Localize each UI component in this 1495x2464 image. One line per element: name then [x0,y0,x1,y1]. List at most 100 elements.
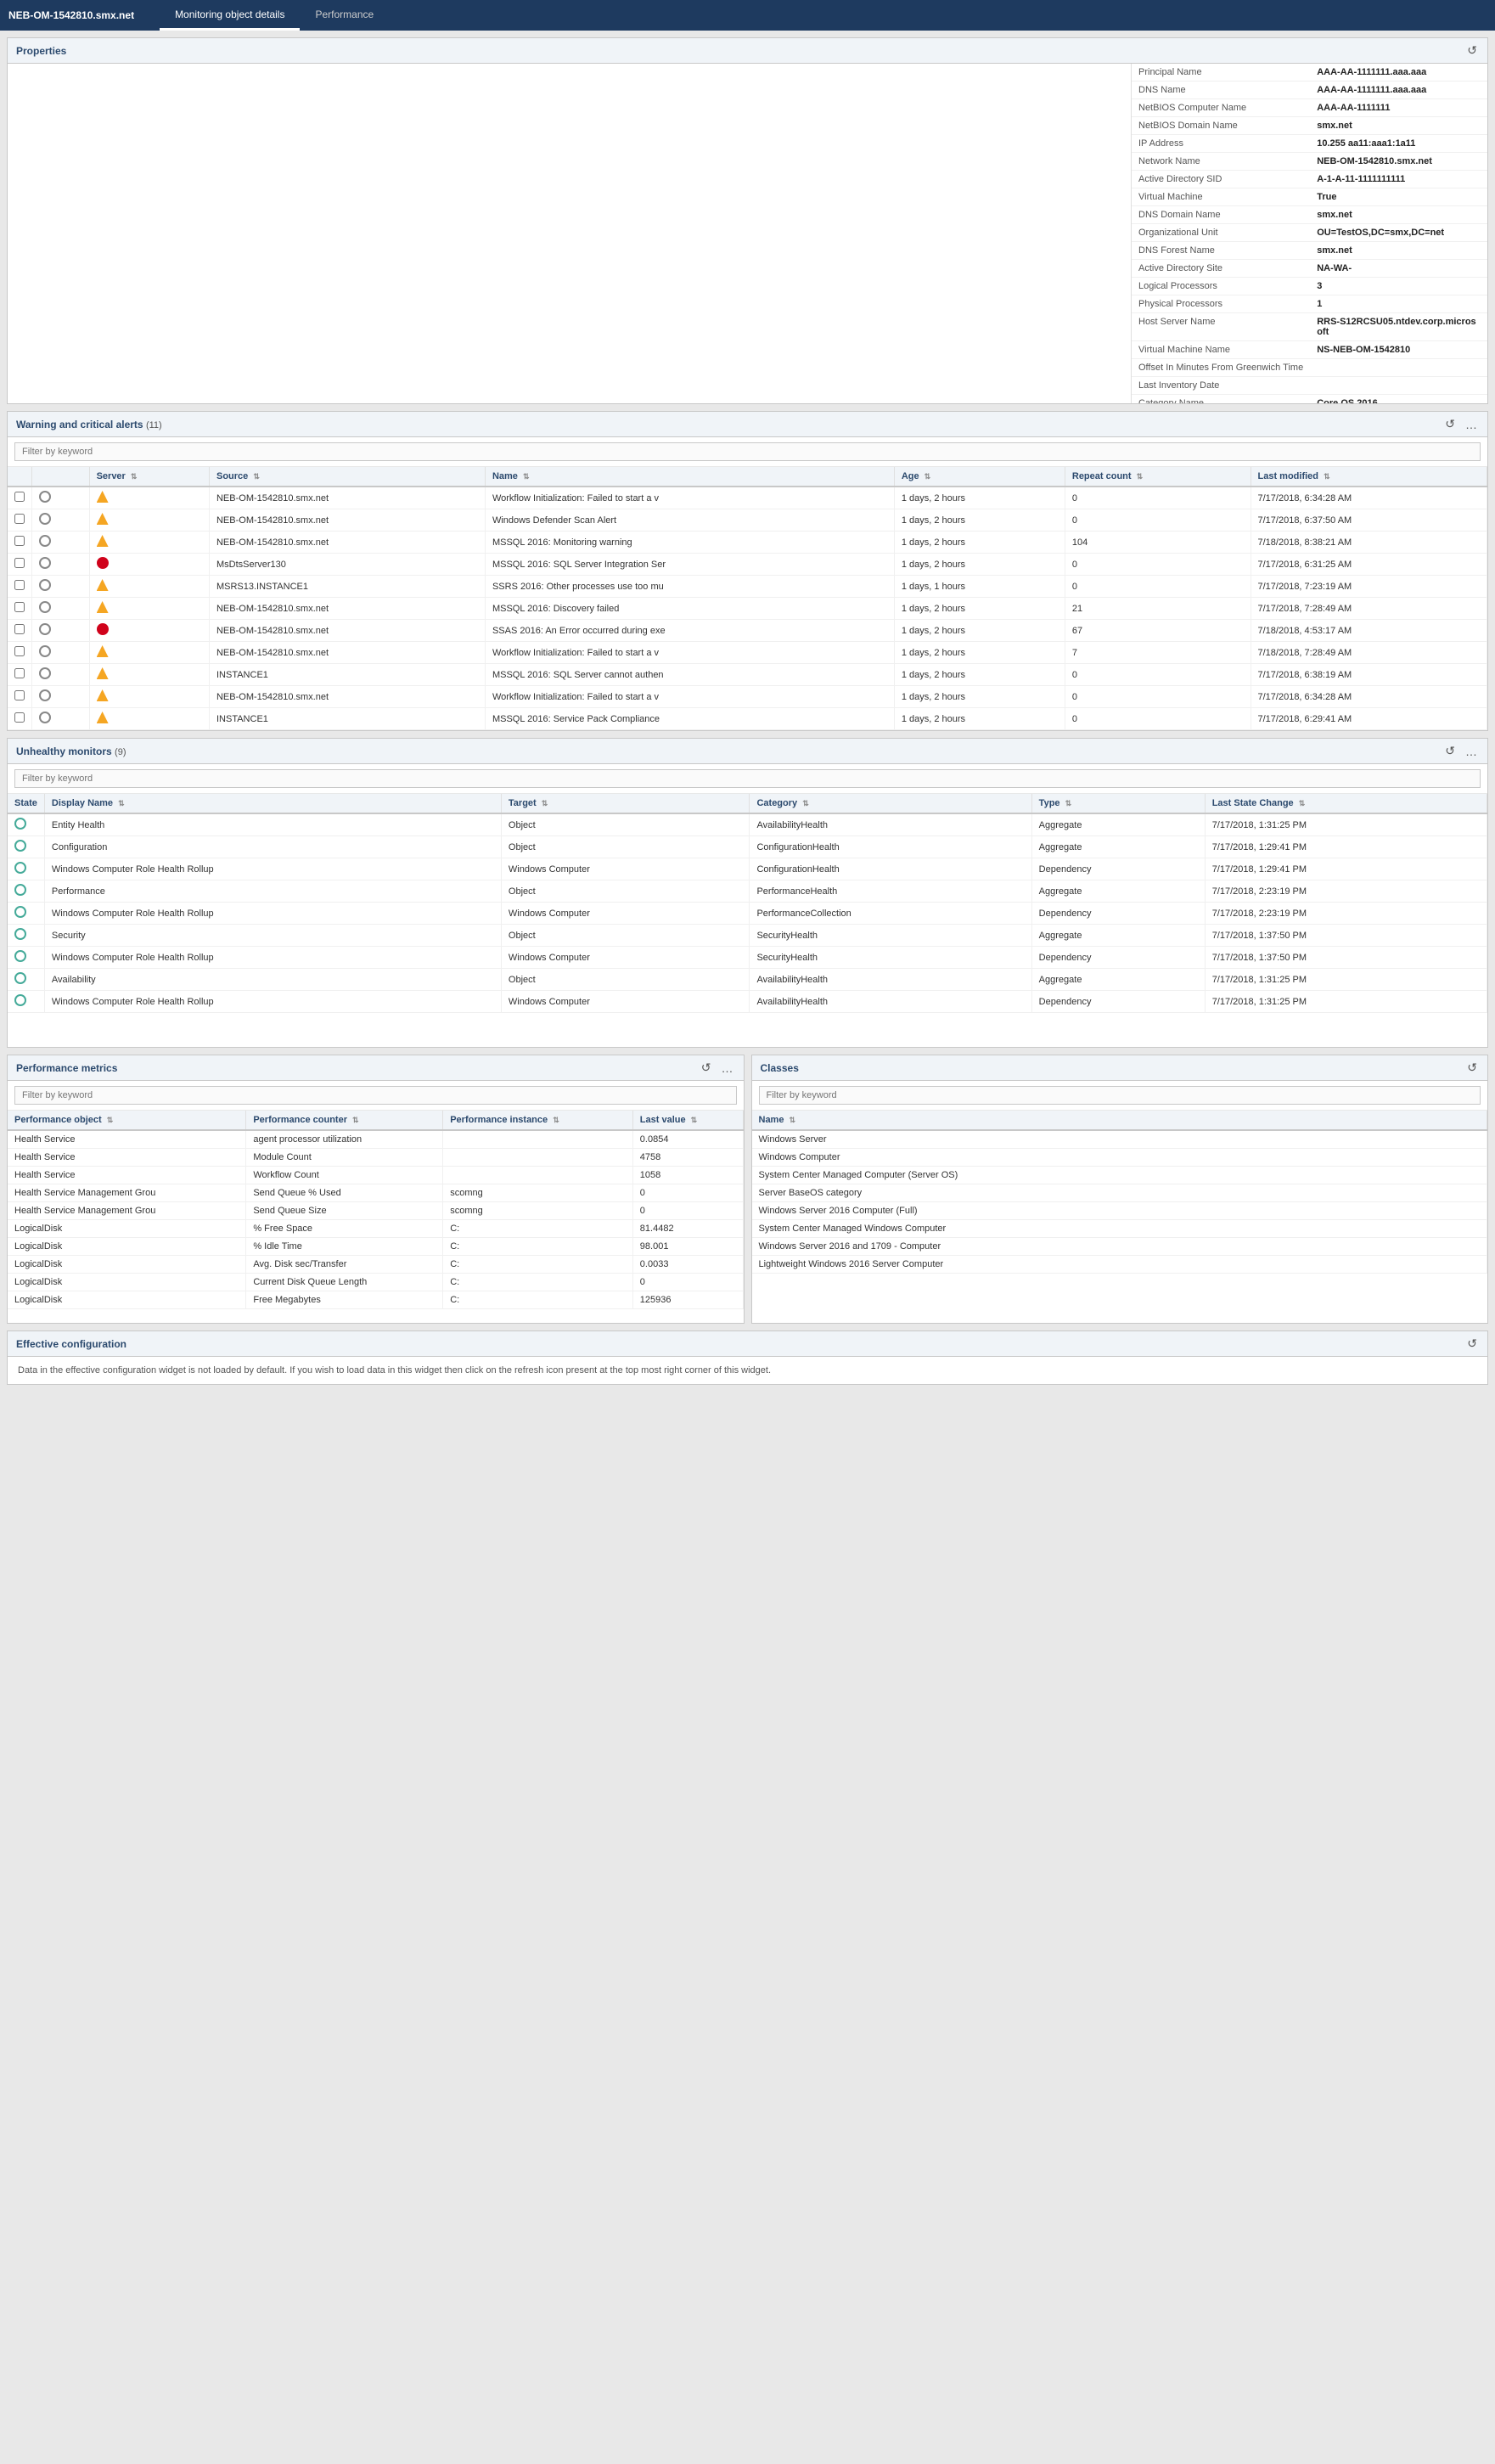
table-row: Windows Server [752,1130,1487,1149]
table-row: INSTANCE1 MSSQL 2016: SQL Server cannot … [8,664,1487,686]
warning-icon [97,667,109,679]
perf-th-instance[interactable]: Performance instance ⇅ [443,1111,633,1130]
perf-table-container[interactable]: Performance object ⇅ Performance counter… [8,1111,744,1323]
properties-table: Principal NameAAA-AA-1111111.aaa.aaaDNS … [1132,64,1487,403]
alerts-refresh-btn[interactable]: ↺ [1443,417,1457,431]
table-row: INSTANCE1 MSSQL 2016: Service Pack Compl… [8,708,1487,730]
properties-panel-header: Properties ↺ [8,38,1487,64]
properties-refresh-btn[interactable]: ↺ [1465,43,1479,58]
alerts-table-wrapper: Server ⇅ Source ⇅ Name ⇅ Age ⇅ Repeat co… [8,467,1487,730]
table-row: NEB-OM-1542810.smx.net SSAS 2016: An Err… [8,620,1487,642]
table-row: Availability Object AvailabilityHealth A… [8,969,1487,991]
alerts-th-server[interactable]: Server ⇅ [89,467,209,487]
unhealthy-count: (9) [115,747,126,757]
row-checkbox[interactable] [14,668,25,678]
perf-th-counter[interactable]: Performance counter ⇅ [246,1111,443,1130]
circle-icon [39,535,51,547]
unhealthy-th-state[interactable]: State [8,794,44,813]
bottom-panels: Performance metrics ↺ … Performance obje… [7,1055,1488,1324]
row-checkbox[interactable] [14,558,25,568]
alerts-th-name[interactable]: Name ⇅ [485,467,894,487]
unhealthy-th-type[interactable]: Type ⇅ [1031,794,1205,813]
health-state-icon [14,928,26,940]
classes-actions: ↺ [1465,1060,1479,1075]
health-state-icon [14,994,26,1006]
perf-panel: Performance metrics ↺ … Performance obje… [7,1055,745,1324]
health-state-icon [14,840,26,852]
classes-filter-input[interactable] [759,1086,1481,1105]
table-row: NetBIOS Computer NameAAA-AA-1111111 [1132,99,1487,117]
table-row: DNS Forest Namesmx.net [1132,242,1487,260]
health-state-icon [14,972,26,984]
unhealthy-th-category[interactable]: Category ⇅ [750,794,1031,813]
warning-icon [97,601,109,613]
row-checkbox[interactable] [14,580,25,590]
row-checkbox[interactable] [14,646,25,656]
alerts-menu-btn[interactable]: … [1464,418,1479,431]
perf-menu-btn[interactable]: … [720,1061,735,1075]
alerts-th-age[interactable]: Age ⇅ [894,467,1065,487]
unhealthy-filter-input[interactable] [14,769,1481,788]
table-row: Logical Processors3 [1132,278,1487,295]
tab-monitoring-object-details[interactable]: Monitoring object details [160,0,300,31]
circle-icon [39,645,51,657]
warning-icon [97,579,109,591]
unhealthy-th-lastchange[interactable]: Last State Change ⇅ [1205,794,1487,813]
perf-filter-row [8,1081,744,1111]
eff-config-panel: Effective configuration ↺ Data in the ef… [7,1330,1488,1385]
properties-actions: ↺ [1465,43,1479,58]
eff-config-title: Effective configuration [16,1338,126,1350]
alerts-filter-input[interactable] [14,442,1481,461]
classes-title: Classes [761,1062,799,1074]
alerts-th-source[interactable]: Source ⇅ [209,467,485,487]
perf-table-head: Performance object ⇅ Performance counter… [8,1111,743,1130]
table-row: Health Service agent processor utilizati… [8,1130,743,1149]
alerts-th-modified[interactable]: Last modified ⇅ [1251,467,1487,487]
perf-filter-input[interactable] [14,1086,737,1105]
eff-config-refresh-btn[interactable]: ↺ [1465,1336,1479,1351]
properties-body: Principal NameAAA-AA-1111111.aaa.aaaDNS … [8,64,1487,403]
table-row: LogicalDisk % Idle Time C: 98.001 [8,1238,743,1256]
unhealthy-menu-btn[interactable]: … [1464,745,1479,758]
unhealthy-table-head: State Display Name ⇅ Target ⇅ Category ⇅… [8,794,1487,813]
row-checkbox[interactable] [14,492,25,502]
row-checkbox[interactable] [14,514,25,524]
table-row: LogicalDisk % Free Space C: 81.4482 [8,1220,743,1238]
table-row: Physical Processors1 [1132,295,1487,313]
row-checkbox[interactable] [14,690,25,700]
row-checkbox[interactable] [14,602,25,612]
properties-table-container[interactable]: Principal NameAAA-AA-1111111.aaa.aaaDNS … [1131,64,1487,403]
row-checkbox[interactable] [14,712,25,723]
table-row: System Center Managed Computer (Server O… [752,1167,1487,1184]
row-checkbox[interactable] [14,536,25,546]
perf-refresh-btn[interactable]: ↺ [700,1060,713,1075]
unhealthy-th-target[interactable]: Target ⇅ [501,794,750,813]
page-content: Properties ↺ Principal NameAAA-AA-111111… [0,31,1495,1398]
alerts-table: Server ⇅ Source ⇅ Name ⇅ Age ⇅ Repeat co… [8,467,1487,730]
table-row: Lightweight Windows 2016 Server Computer [752,1256,1487,1274]
table-row: Virtual MachineTrue [1132,188,1487,206]
table-row: Server BaseOS category [752,1184,1487,1202]
tab-performance[interactable]: Performance [300,0,389,31]
table-row: Virtual Machine NameNS-NEB-OM-1542810 [1132,341,1487,359]
classes-refresh-btn[interactable]: ↺ [1465,1060,1479,1075]
perf-th-value[interactable]: Last value ⇅ [632,1111,743,1130]
circle-icon [39,601,51,613]
table-row: LogicalDisk Avg. Disk sec/Transfer C: 0.… [8,1256,743,1274]
alerts-th-repeat[interactable]: Repeat count ⇅ [1065,467,1251,487]
table-row: Active Directory SIDA-1-A-11-1111111111 [1132,171,1487,188]
perf-tbody: Health Service agent processor utilizati… [8,1130,743,1309]
alerts-count: (11) [146,420,162,430]
perf-th-obj[interactable]: Performance object ⇅ [8,1111,246,1130]
table-row: Host Server NameRRS-S12RCSU05.ntdev.corp… [1132,313,1487,341]
row-checkbox[interactable] [14,624,25,634]
classes-panel-header: Classes ↺ [752,1055,1488,1081]
classes-th-name[interactable]: Name ⇅ [752,1111,1487,1130]
table-row: Windows Server 2016 Computer (Full) [752,1202,1487,1220]
table-row: Network NameNEB-OM-1542810.smx.net [1132,153,1487,171]
alerts-filter-row [8,437,1487,467]
unhealthy-th-displayname[interactable]: Display Name ⇅ [44,794,501,813]
perf-actions: ↺ … [700,1060,735,1075]
unhealthy-refresh-btn[interactable]: ↺ [1443,744,1457,758]
alerts-th-icon [32,467,90,487]
